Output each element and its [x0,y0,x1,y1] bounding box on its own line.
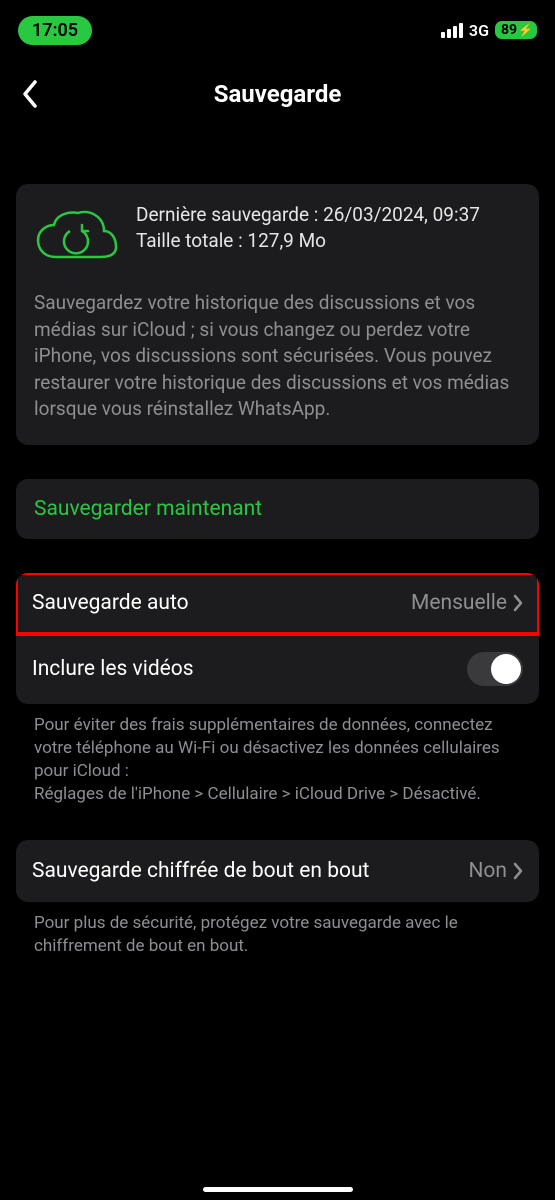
status-bar: 17:05 3G 89⚡ [0,0,555,50]
data-warning-note: Pour éviter des frais supplémentaires de… [16,704,539,806]
encrypted-backup-value: Non [468,859,507,883]
last-backup-text: Dernière sauvegarde : 26/03/2024, 09:37 [136,202,521,228]
network-type: 3G [469,21,489,40]
backup-settings-list: Sauvegarde auto Mensuelle Inclure les vi… [16,573,539,704]
status-right: 3G 89⚡ [441,21,537,40]
nav-bar: Sauvegarde [0,50,555,126]
toggle-knob [491,654,521,684]
auto-backup-label: Sauvegarde auto [32,591,411,615]
page-title: Sauvegarde [14,80,541,108]
status-time-pill: 17:05 [18,16,92,45]
include-videos-row: Inclure les vidéos [16,634,539,704]
encryption-list: Sauvegarde chiffrée de bout en bout Non [16,840,539,902]
include-videos-toggle[interactable] [467,652,523,686]
encryption-note: Pour plus de sécurité, protégez votre sa… [16,902,539,958]
encrypted-backup-row[interactable]: Sauvegarde chiffrée de bout en bout Non [16,840,539,902]
cloud-refresh-icon [34,202,118,272]
chevron-left-icon [22,80,38,108]
signal-icon [441,23,463,38]
battery-level: 89 [501,22,517,38]
include-videos-label: Inclure les vidéos [32,657,467,681]
chevron-right-icon [513,594,523,612]
total-size-text: Taille totale : 127,9 Mo [136,228,521,254]
encrypted-backup-label: Sauvegarde chiffrée de bout en bout [32,858,468,884]
auto-backup-row[interactable]: Sauvegarde auto Mensuelle [16,573,539,634]
back-button[interactable] [10,74,50,114]
backup-info-card: Dernière sauvegarde : 26/03/2024, 09:37 … [16,184,539,445]
backup-now-button[interactable]: Sauvegarder maintenant [16,479,539,539]
chevron-right-icon [513,862,523,880]
charging-icon: ⚡ [518,23,533,37]
backup-description: Sauvegardez votre historique des discuss… [34,290,521,423]
auto-backup-value: Mensuelle [411,591,507,615]
battery-indicator: 89⚡ [495,21,537,39]
home-indicator[interactable] [203,1187,353,1192]
